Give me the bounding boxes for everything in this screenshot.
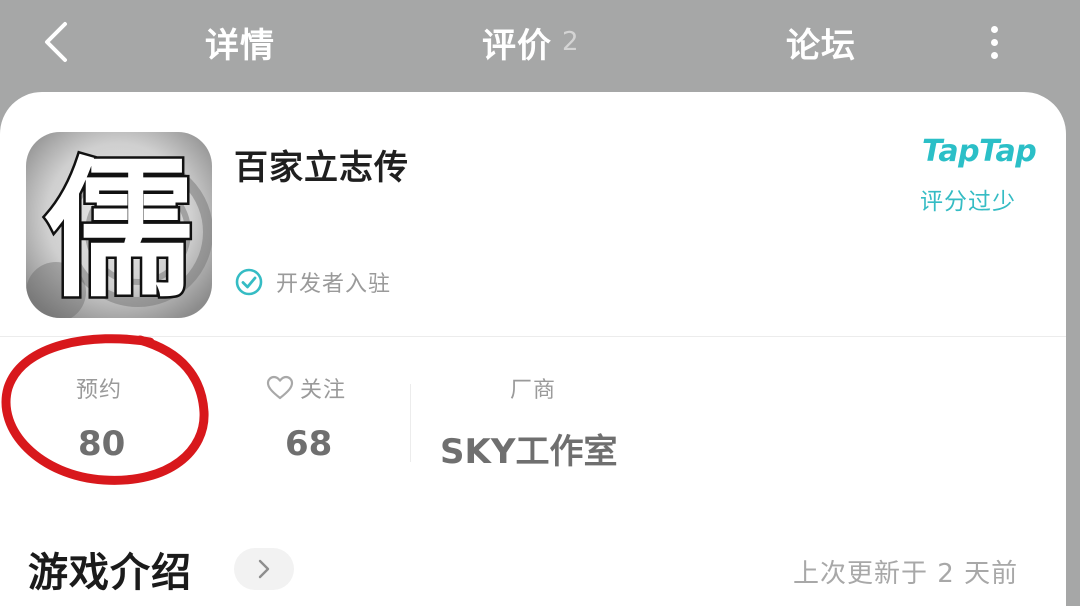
rating-note: 评分过少	[920, 189, 1016, 215]
chevron-right-icon	[258, 559, 270, 579]
stats-divider	[410, 384, 411, 462]
last-updated-text: 上次更新于 2 天前	[793, 559, 1019, 589]
taptap-logo: TapTap	[922, 134, 1037, 169]
tab-forum[interactable]: 论坛	[786, 16, 856, 68]
verified-label: 开发者入驻	[276, 272, 392, 297]
heart-icon	[266, 375, 294, 400]
app-icon[interactable]: 儒	[26, 132, 212, 318]
tab-reviews-label: 评价	[482, 25, 552, 66]
stat-reserve-value: 80	[78, 424, 126, 464]
game-intro-expand-button[interactable]	[234, 548, 294, 590]
more-button[interactable]	[972, 18, 1016, 66]
section-divider	[0, 336, 1066, 337]
back-icon	[45, 22, 67, 62]
tab-details[interactable]: 详情	[205, 16, 275, 68]
app-icon-artwork: 儒	[26, 132, 212, 318]
app-icon-glyph: 儒	[44, 142, 194, 318]
back-button[interactable]	[28, 14, 84, 70]
tab-details-label: 详情	[205, 25, 275, 66]
app-name: 百家立志传	[234, 148, 409, 188]
stat-reserve-label: 预约	[76, 378, 123, 403]
verified-check-icon	[235, 268, 263, 296]
section-title-game-intro: 游戏介绍	[28, 550, 192, 596]
tab-forum-label: 论坛	[786, 25, 856, 66]
more-icon	[990, 25, 998, 59]
stat-follow-value: 68	[285, 424, 333, 464]
stat-developer-label: 厂商	[510, 378, 557, 403]
stat-developer-value[interactable]: SKY工作室	[440, 424, 617, 473]
follow-button[interactable]: 关注	[266, 372, 346, 404]
tab-reviews[interactable]: 评价 2	[482, 16, 580, 68]
top-nav-bar: 详情 评价 2 论坛	[0, 0, 1080, 92]
stat-follow-label: 关注	[300, 378, 347, 403]
tab-reviews-count: 2	[562, 27, 580, 57]
developer-verified-badge[interactable]: 开发者入驻	[234, 266, 391, 298]
